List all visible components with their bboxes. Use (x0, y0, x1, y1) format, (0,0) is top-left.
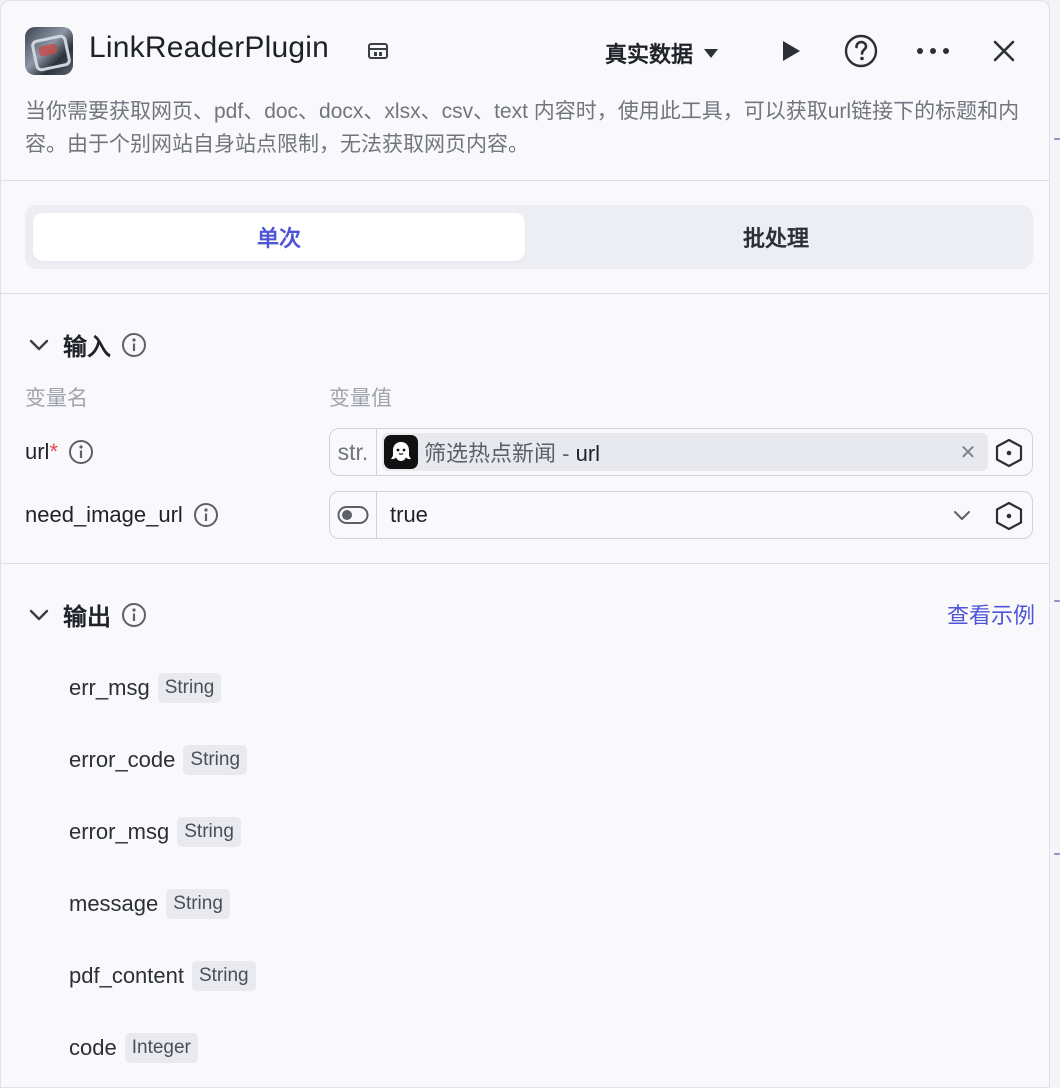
chevron-down-icon[interactable] (950, 503, 974, 527)
ref-separator: - (556, 441, 576, 466)
output-item: error_msg String (69, 817, 241, 847)
column-header-name: 变量名 (25, 387, 88, 410)
param-need-image-url-label: need_image_url (25, 502, 219, 528)
output-type-tag: String (166, 889, 230, 919)
plugin-node-panel: LinkReaderPlugin 真实数据 当你需要获取网页、pdf、doc、d… (0, 0, 1050, 1088)
divider (1, 293, 1049, 294)
output-type-tag: String (191, 961, 256, 991)
divider (1, 563, 1049, 564)
more-icon (917, 48, 949, 54)
run-mode-tabs: 单次 批处理 (25, 205, 1033, 269)
output-item: err_msg String (69, 673, 222, 703)
ref-node-name: 筛选热点新闻 (424, 441, 557, 466)
output-item: code Integer (69, 1033, 198, 1063)
param-url-label: url* (25, 439, 94, 465)
collapse-output-button[interactable] (25, 601, 53, 629)
caret-down-icon (704, 49, 719, 58)
canvas-edge (1050, 0, 1060, 1088)
chevron-down-icon (29, 339, 49, 350)
collapse-input-button[interactable] (25, 331, 53, 359)
boolean-value: true (390, 502, 428, 527)
info-icon[interactable] (68, 439, 94, 465)
input-section-title: 输入 (63, 334, 111, 361)
url-value-input[interactable]: str. 筛选热点新闻 - url ✕ (329, 428, 1033, 476)
output-item: pdf_content String (69, 961, 256, 991)
param-name: need_image_url (25, 502, 183, 527)
output-type-tag: String (177, 817, 241, 847)
variable-insert-icon[interactable] (994, 438, 1024, 468)
output-name: error_code (69, 747, 176, 772)
view-example-link[interactable]: 查看示例 (947, 598, 1035, 630)
close-icon (993, 40, 1015, 62)
connector-mark (1054, 600, 1060, 602)
more-button[interactable] (913, 31, 953, 71)
output-name: code (69, 1035, 117, 1060)
plugin-logo (25, 27, 73, 75)
close-button[interactable] (984, 31, 1024, 71)
help-icon (844, 34, 878, 68)
required-mark: * (49, 439, 59, 464)
info-icon[interactable] (121, 602, 147, 628)
output-item: error_code String (69, 745, 248, 775)
plugin-description: 当你需要获取网页、pdf、doc、docx、xlsx、csv、text 内容时，… (25, 100, 1020, 156)
column-header-value: 变量值 (329, 387, 392, 410)
chevron-down-icon (29, 609, 49, 620)
run-button[interactable] (770, 31, 810, 71)
output-type-tag: String (157, 673, 222, 703)
param-name: url (25, 439, 50, 464)
variable-reference-chip[interactable]: 筛选热点新闻 - url ✕ (382, 433, 988, 471)
type-selector[interactable] (330, 492, 377, 538)
play-icon (783, 41, 800, 61)
output-item: message String (69, 889, 230, 919)
output-name: error_msg (69, 819, 170, 844)
info-icon[interactable] (193, 502, 219, 528)
output-name: message (69, 891, 159, 916)
input-section-header: 输入 (25, 327, 147, 362)
output-type-tag: Integer (124, 1033, 198, 1063)
store-icon[interactable] (367, 41, 389, 61)
output-name: err_msg (69, 675, 150, 700)
output-name: pdf_content (69, 963, 184, 988)
need-image-url-select[interactable]: true (329, 491, 1033, 539)
output-section-header: 输出 (25, 597, 147, 632)
connector-mark (1054, 138, 1060, 140)
clear-reference-button[interactable]: ✕ (956, 440, 980, 464)
data-mode-select[interactable]: 真实数据 (605, 37, 719, 69)
info-icon[interactable] (121, 332, 147, 358)
panel-header: LinkReaderPlugin 真实数据 当你需要获取网页、pdf、doc、d… (1, 1, 1049, 181)
data-mode-label: 真实数据 (605, 42, 694, 67)
type-selector[interactable]: str. (330, 429, 377, 475)
connector-mark (1054, 853, 1060, 855)
tab-single[interactable]: 单次 (33, 213, 525, 261)
type-label: str. (337, 438, 369, 465)
node-ghost-icon (384, 435, 418, 469)
output-type-tag: String (183, 745, 248, 775)
ref-field-name: url (575, 441, 601, 466)
variable-insert-icon[interactable] (994, 501, 1024, 531)
tab-batch[interactable]: 批处理 (527, 213, 1025, 261)
output-section-title: 输出 (63, 604, 111, 631)
plugin-title: LinkReaderPlugin (89, 31, 330, 64)
toggle-icon (337, 506, 369, 524)
help-button[interactable] (841, 31, 881, 71)
